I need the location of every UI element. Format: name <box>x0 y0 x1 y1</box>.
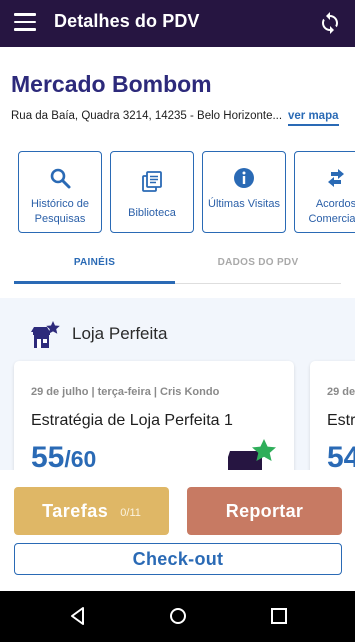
search-history-label: Histórico de Pesquisas <box>30 198 90 225</box>
store-star-badge-icon <box>228 439 276 470</box>
checkout-button[interactable]: Check-out <box>14 543 342 575</box>
swap-icon <box>328 169 344 187</box>
sync-icon[interactable] <box>318 11 342 35</box>
score-value: 55 <box>31 441 65 470</box>
tasks-label: Tarefas <box>42 500 109 521</box>
score-value: 54 <box>327 441 355 470</box>
card-title: Estr <box>327 412 355 429</box>
recents-icon[interactable] <box>268 605 290 627</box>
last-visits-label: Últimas Visitas <box>208 198 280 210</box>
tasks-count: 0/11 <box>120 507 141 519</box>
report-button[interactable]: Reportar <box>187 487 342 535</box>
search-icon <box>50 168 71 189</box>
strategy-card[interactable]: 29 de julho | terça-feira | Cris Kondo E… <box>14 361 294 470</box>
card-title: Estratégia de Loja Perfeita 1 <box>31 412 233 429</box>
tab-bar: PAINÉIS DADOS DO PDV <box>0 250 355 284</box>
trade-agreements-button[interactable]: Acordos Comerciais <box>294 151 355 233</box>
info-icon <box>234 168 254 188</box>
card-score: 54 <box>327 441 355 470</box>
store-name: Mercado Bombom <box>11 71 212 97</box>
home-icon[interactable] <box>167 605 189 627</box>
app-bar: Detalhes do PDV <box>0 0 355 47</box>
quick-actions: Histórico de Pesquisas Biblioteca Última… <box>0 151 355 233</box>
card-meta: 29 de <box>327 386 355 398</box>
library-label: Biblioteca <box>128 207 176 219</box>
store-address: Rua da Baía, Quadra 3214, 14235 - Belo H… <box>11 110 283 122</box>
back-icon[interactable] <box>67 605 89 627</box>
store-star-icon <box>31 321 60 348</box>
panels-section: Loja Perfeita 29 de julho | terça-feira … <box>0 298 355 470</box>
tab-pdv-data[interactable]: DADOS DO PDV <box>175 250 341 284</box>
card-score: 55/60 <box>31 441 96 470</box>
section-title: Loja Perfeita <box>72 324 168 343</box>
system-nav-bar <box>0 591 355 642</box>
strategy-card[interactable]: 29 de Estr 54 <box>310 361 355 470</box>
view-map-link[interactable]: ver mapa <box>288 110 339 126</box>
score-total: /60 <box>64 446 97 470</box>
search-history-button[interactable]: Histórico de Pesquisas <box>18 151 102 233</box>
last-visits-button[interactable]: Últimas Visitas <box>202 151 286 233</box>
library-icon <box>142 171 162 192</box>
tasks-button[interactable]: Tarefas 0/11 <box>14 487 169 535</box>
tab-panels[interactable]: PAINÉIS <box>14 250 175 284</box>
card-meta: 29 de julho | terça-feira | Cris Kondo <box>31 386 220 398</box>
page-title: Detalhes do PDV <box>54 11 200 31</box>
library-button[interactable]: Biblioteca <box>110 151 194 233</box>
menu-icon[interactable] <box>14 13 36 33</box>
trade-agreements-label: Acordos Comerciais <box>308 198 355 225</box>
